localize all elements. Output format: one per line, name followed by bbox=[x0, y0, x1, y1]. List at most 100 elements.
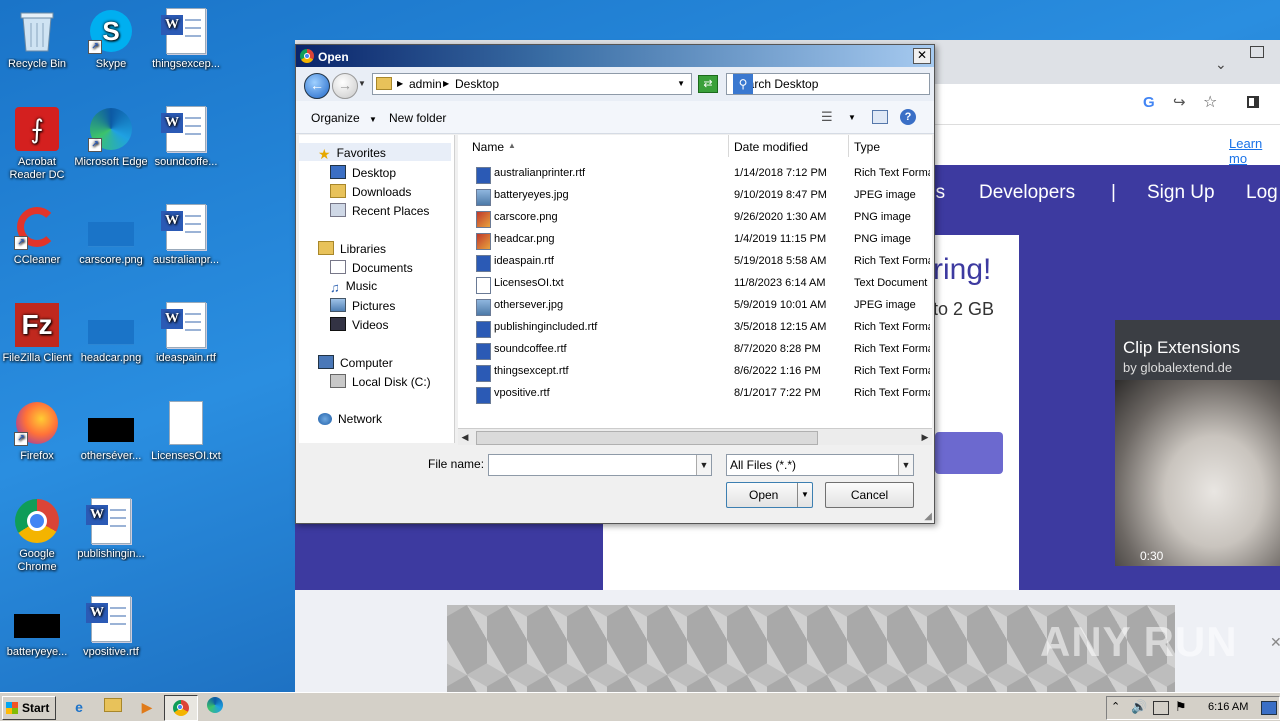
desktop-icon-firefox[interactable]: ↗ Firefox bbox=[0, 400, 74, 463]
desktop-icon-vpositive[interactable]: W vpositive.rtf bbox=[74, 596, 148, 659]
tree-pictures[interactable]: Pictures bbox=[330, 298, 395, 313]
horizontal-scrollbar[interactable]: ◀ ▶ bbox=[458, 428, 932, 445]
tree-libraries[interactable]: Libraries bbox=[318, 241, 386, 256]
file-row[interactable]: othersever.jpg 5/9/2019 10:01 AM JPEG imag… bbox=[458, 295, 932, 317]
tree-local-disk[interactable]: Local Disk (C:) bbox=[330, 374, 431, 389]
recent-locations-chevron-icon[interactable]: ▼ bbox=[358, 79, 366, 88]
file-row[interactable]: australianprinter.rtf 1/14/2018 7:12 PM Ri… bbox=[458, 163, 932, 185]
tab-overflow-chevron-icon[interactable]: ⌄ bbox=[1215, 56, 1227, 73]
desktop-icon-othersever[interactable]: otherséver... bbox=[74, 400, 148, 463]
help-icon[interactable]: ? bbox=[900, 109, 916, 125]
back-button[interactable]: ← bbox=[304, 73, 330, 99]
open-split-dropdown-icon[interactable]: ▼ bbox=[797, 483, 812, 507]
edge-taskbar-icon[interactable] bbox=[204, 697, 226, 717]
desktop-icon-australianprinter[interactable]: W australianpr... bbox=[149, 204, 223, 267]
file-row[interactable]: publishingincluded.rtf 3/5/2018 12:15 AM R… bbox=[458, 317, 932, 339]
file-row[interactable]: carscore.png 9/26/2020 1:30 AM PNG image bbox=[458, 207, 932, 229]
show-desktop-icon[interactable] bbox=[1261, 701, 1277, 715]
desktop-icon-batteryeyes[interactable]: batteryeye... bbox=[0, 596, 74, 659]
nav-item-developers[interactable]: Developers bbox=[979, 182, 1075, 204]
nav-item-signup[interactable]: Sign Up bbox=[1147, 182, 1215, 204]
file-row[interactable]: ideaspain.rtf 5/19/2018 5:58 AM Rich Text … bbox=[458, 251, 932, 273]
desktop-icon-chrome[interactable]: Google Chrome bbox=[0, 498, 74, 574]
preview-pane-icon[interactable] bbox=[872, 110, 888, 124]
action-center-flag-icon[interactable]: ⚑ bbox=[1175, 699, 1187, 715]
share-icon[interactable]: ↪ bbox=[1173, 93, 1186, 111]
desktop-icon-headcar[interactable]: headcar.png bbox=[74, 302, 148, 365]
scroll-right-icon[interactable]: ▶ bbox=[918, 430, 932, 444]
forward-button[interactable]: → bbox=[332, 73, 358, 99]
media-player-icon[interactable]: ▶ bbox=[136, 697, 158, 717]
cancel-button[interactable]: Cancel bbox=[825, 482, 914, 508]
tree-desktop[interactable]: Desktop bbox=[330, 165, 396, 180]
desktop-icon-ideaspain[interactable]: W ideaspain.rtf bbox=[149, 302, 223, 365]
nav-item-login[interactable]: Log bbox=[1246, 182, 1278, 204]
chevron-down-icon[interactable]: ▼ bbox=[898, 455, 913, 475]
network-tray-icon[interactable] bbox=[1153, 701, 1169, 715]
breadcrumb-desktop[interactable]: Desktop bbox=[455, 77, 499, 91]
file-type-filter[interactable]: All Files (*.*) ▼ bbox=[726, 454, 914, 476]
window-restore-icon[interactable] bbox=[1250, 46, 1264, 58]
view-options-icon[interactable]: ☰ bbox=[821, 109, 833, 125]
desktop-icon-edge[interactable]: ↗ Microsoft Edge bbox=[74, 106, 148, 169]
new-folder-button[interactable]: New folder bbox=[389, 111, 446, 125]
tree-videos[interactable]: Videos bbox=[330, 317, 388, 332]
bookmark-star-icon[interactable]: ☆ bbox=[1203, 92, 1217, 112]
resize-grip-icon[interactable]: ◢ bbox=[924, 511, 932, 522]
desktop-icon-skype[interactable]: S ↗ Skype bbox=[74, 8, 148, 71]
tray-expand-icon[interactable]: ⌃ bbox=[1111, 700, 1120, 713]
hero-cta-button[interactable] bbox=[935, 432, 1003, 474]
desktop-icon-filezilla[interactable]: Fz FileZilla Client bbox=[0, 302, 74, 365]
close-button[interactable]: ✕ bbox=[913, 48, 931, 64]
column-header-type[interactable]: Type bbox=[848, 135, 932, 157]
refresh-button[interactable]: ⇄ bbox=[698, 75, 718, 93]
file-explorer-icon[interactable] bbox=[102, 697, 124, 717]
address-bar[interactable]: ▶ admin ▶ Desktop ▼ bbox=[372, 73, 692, 95]
internet-explorer-icon[interactable]: e bbox=[68, 697, 90, 717]
start-button[interactable]: Start bbox=[2, 696, 56, 720]
scroll-left-icon[interactable]: ◀ bbox=[458, 430, 472, 444]
desktop-icon-acrobat[interactable]: ⨍ Acrobat Reader DC bbox=[0, 106, 74, 182]
google-icon[interactable]: G bbox=[1143, 94, 1155, 111]
file-name-input[interactable]: ▼ bbox=[488, 454, 712, 476]
desktop-icon-publishingincluded[interactable]: W publishingin... bbox=[74, 498, 148, 561]
tree-downloads[interactable]: Downloads bbox=[330, 184, 411, 199]
tree-favorites[interactable]: ★ Favorites bbox=[318, 146, 386, 162]
column-header-name[interactable]: Name ▲ bbox=[458, 135, 729, 157]
taskbar-chrome-button[interactable] bbox=[164, 695, 198, 721]
desktop-icon-thingsexcept[interactable]: W thingsexcep... bbox=[149, 8, 223, 71]
desktop-icon-licenses[interactable]: LicensesOI.txt bbox=[149, 400, 223, 463]
address-dropdown-icon[interactable]: ▼ bbox=[677, 79, 685, 88]
scrollbar-thumb[interactable] bbox=[476, 431, 818, 445]
video-ad[interactable]: Clip Extensions by globalextend.de 0:30 bbox=[1115, 320, 1280, 566]
desktop-icon-soundcoffee[interactable]: W soundcoffe... bbox=[149, 106, 223, 169]
dialog-title-bar[interactable]: Open ✕ bbox=[296, 45, 934, 67]
desktop-icon-carscore[interactable]: carscore.png bbox=[74, 204, 148, 267]
learn-more-link[interactable]: Learn mo bbox=[1229, 136, 1280, 166]
view-dropdown-icon[interactable]: ▼ bbox=[848, 113, 856, 122]
chevron-down-icon[interactable]: ▼ bbox=[696, 455, 711, 475]
tree-music[interactable]: ♫ Music bbox=[330, 279, 377, 295]
tree-network[interactable]: Network bbox=[318, 412, 382, 426]
text-file-icon bbox=[163, 400, 209, 446]
tree-documents[interactable]: Documents bbox=[330, 260, 413, 275]
side-panel-icon[interactable] bbox=[1247, 96, 1259, 108]
desktop-icon-recycle-bin[interactable]: Recycle Bin bbox=[0, 8, 74, 71]
desktop-icon-ccleaner[interactable]: ↗ CCleaner bbox=[0, 204, 74, 267]
tree-computer[interactable]: Computer bbox=[318, 355, 393, 370]
open-button[interactable]: Open ▼ bbox=[726, 482, 813, 508]
tree-recent-places[interactable]: Recent Places bbox=[330, 203, 429, 218]
column-header-date[interactable]: Date modified bbox=[728, 135, 849, 157]
file-row[interactable]: thingsexcept.rtf 8/6/2022 1:16 PM Rich Tex… bbox=[458, 361, 932, 383]
breadcrumb-admin[interactable]: admin bbox=[409, 77, 442, 91]
file-row[interactable]: batteryeyes.jpg 9/10/2019 8:47 PM JPEG ima… bbox=[458, 185, 932, 207]
volume-icon[interactable]: 🔊 bbox=[1131, 699, 1147, 715]
search-input[interactable]: Search Desktop ⚲ bbox=[726, 73, 930, 95]
organize-button[interactable]: Organize ▼ bbox=[311, 111, 377, 125]
close-ad-icon[interactable]: ✕ bbox=[1270, 634, 1280, 651]
file-row[interactable]: soundcoffee.rtf 8/7/2020 8:28 PM Rich Text… bbox=[458, 339, 932, 361]
file-row[interactable]: headcar.png 1/4/2019 11:15 PM PNG image bbox=[458, 229, 932, 251]
file-row[interactable]: vpositive.rtf 8/1/2017 7:22 PM Rich Text F… bbox=[458, 383, 932, 405]
search-icon[interactable]: ⚲ bbox=[733, 74, 753, 94]
file-row[interactable]: LicensesOI.txt 11/8/2023 6:14 AM Text Docu… bbox=[458, 273, 932, 295]
